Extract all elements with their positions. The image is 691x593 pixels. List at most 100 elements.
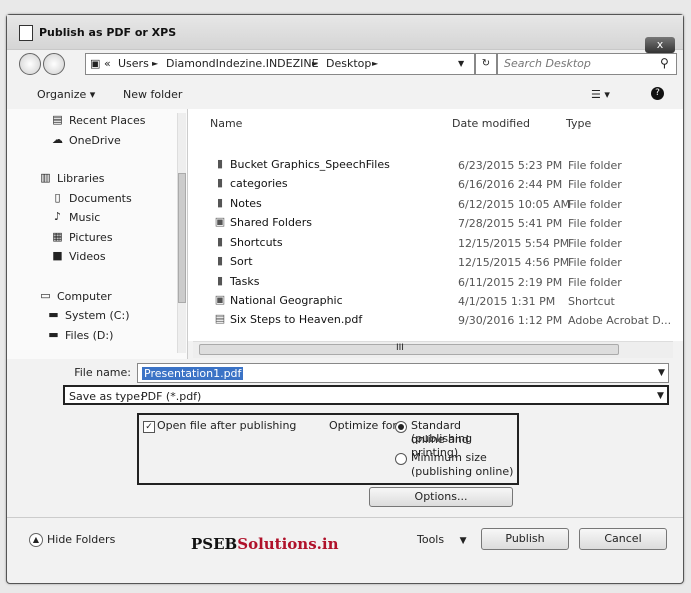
list-item[interactable]: ▤ Six Steps to Heaven.pdf 9/30/2016 1:12… [188,311,683,331]
back-button[interactable] [19,53,41,75]
music-icon: ♪ [53,210,62,223]
address-bar[interactable]: ▣ « Users ► DiamondIndezine.INDEZINE ► D… [85,53,475,75]
file-date: 7/28/2015 5:41 PM [458,217,563,230]
organize-menu[interactable]: Organize ▾ [37,88,95,101]
sidebar-item-label: Videos [69,250,106,263]
folder-icon: ▮ [216,196,224,209]
horizontal-scrollbar[interactable]: III [193,341,673,358]
file-name: Shortcuts [230,236,283,249]
search-input[interactable]: Search Desktop ⚲ [497,53,677,75]
scrollbar-thumb[interactable]: III [199,343,619,355]
list-item[interactable]: ▮ Sort 12/15/2015 4:56 PM File folder [188,253,683,273]
chevron-down-icon: ▼ [459,536,467,546]
file-type: File folder [568,217,622,230]
list-item[interactable]: ▣ Shared Folders 7/28/2015 5:41 PM File … [188,214,683,234]
sidebar-item-label: Music [69,211,101,224]
file-name: National Geographic [230,294,343,307]
publish-options-group: ✓ Open file after publishing Optimize fo… [137,413,519,485]
sidebar-item-label: OneDrive [69,134,121,147]
navigation-pane: ▤ Recent Places ☁ OneDrive ▥ Libraries ▯… [7,109,188,359]
sidebar-scrollbar[interactable] [177,113,186,353]
file-date: 12/15/2015 5:54 PM [458,237,570,250]
chevron-down-icon[interactable]: ▼ [658,368,665,378]
folder-icon: ▮ [216,235,224,248]
file-type: File folder [568,198,622,211]
breadcrumb-users[interactable]: Users [118,57,149,70]
sidebar-item-label: Pictures [69,231,113,244]
file-date: 6/23/2015 5:23 PM [458,159,563,172]
search-icon[interactable]: ⚲ [660,56,669,70]
drive-icon: ▬ [48,328,59,341]
list-item[interactable]: ▮ Shortcuts 12/15/2015 5:54 PM File fold… [188,234,683,254]
file-type: File folder [568,256,622,269]
scrollbar-thumb[interactable] [178,173,186,303]
filename-field[interactable]: Presentation1.pdf ▼ [137,363,669,383]
new-folder-button[interactable]: New folder [123,88,182,101]
chevron-down-icon[interactable]: ▼ [458,59,464,68]
open-after-label: Open file after publishing [157,419,297,432]
view-options-icon[interactable]: ☰ ▾ [591,88,610,101]
column-header-name[interactable]: Name [210,117,242,130]
column-header-type[interactable]: Type [566,117,591,130]
breadcrumb-user-folder[interactable]: DiamondIndezine.INDEZINE [166,57,319,70]
tools-menu[interactable]: Tools ▼ [417,533,467,546]
document-icon [19,25,33,41]
file-name: Tasks [230,275,260,288]
file-type: Adobe Acrobat D... [568,314,672,327]
pictures-icon: ▦ [52,230,63,243]
file-type: Shortcut [568,295,615,308]
file-name: Six Steps to Heaven.pdf [230,313,363,326]
sidebar-item-label: Recent Places [69,114,146,127]
breadcrumb-separator: ► [312,59,319,68]
folder-icon: ▮ [216,274,224,287]
open-after-checkbox[interactable]: ✓ [143,421,155,433]
chevron-up-icon[interactable]: ▲ [29,533,43,547]
watermark-part1: PSEB [191,535,238,553]
breadcrumb-desktop[interactable]: Desktop [326,57,371,70]
window-title: Publish as PDF or XPS [39,26,177,39]
list-item[interactable]: ▮ Notes 6/12/2015 10:05 AM File folder [188,195,683,215]
file-date: 4/1/2015 1:31 PM [458,295,556,308]
cancel-button[interactable]: Cancel [579,528,667,550]
minimum-size-radio[interactable] [395,453,407,465]
scroll-grip: III [396,343,404,353]
list-item[interactable]: ▣ National Geographic 4/1/2015 1:31 PM S… [188,292,683,312]
file-name: categories [230,177,288,190]
minimum-label-line2: (publishing online) [411,465,514,478]
help-icon[interactable]: ? [651,87,664,100]
navigation-bar: ▣ « Users ► DiamondIndezine.INDEZINE ► D… [7,49,683,79]
file-name: Bucket Graphics_SpeechFiles [230,158,390,171]
column-header-date[interactable]: Date modified [452,117,530,130]
standard-radio[interactable] [395,421,407,433]
publish-dialog: Publish as PDF or XPS x ▣ « Users ► Diam… [6,14,684,584]
hide-folders-button[interactable]: Hide Folders [47,533,115,546]
optimize-label: Optimize for: [329,419,401,432]
options-button[interactable]: Options... [369,487,513,507]
savetype-select[interactable]: PDF (*.pdf) [141,390,201,403]
list-item[interactable]: ▮ categories 6/16/2016 2:44 PM File fold… [188,175,683,195]
recent-places-icon: ▤ [52,113,63,126]
breadcrumb-separator: ► [372,59,379,68]
folder-icon: ▮ [216,157,224,170]
libraries-icon: ▥ [40,171,51,184]
pdf-file-icon: ▤ [214,312,226,325]
toolbar: Organize ▾ New folder ☰ ▾ ? [7,81,683,110]
list-item[interactable]: ▮ Tasks 6/11/2015 2:19 PM File folder [188,273,683,293]
refresh-icon[interactable]: ↻ [475,53,497,75]
file-type: File folder [568,178,622,191]
sidebar-item-label: Computer [57,290,112,303]
chevron-down-icon[interactable]: ▼ [657,391,664,401]
shared-folder-icon: ▣ [214,215,226,228]
search-placeholder: Search Desktop [504,57,591,70]
file-list: Name Date modified Type ▮ Bucket Graphic… [188,109,683,341]
forward-button[interactable] [43,53,65,75]
filename-label: File name: [74,366,131,379]
sidebar-item-label: System (C:) [65,309,130,322]
minimum-label-line1: Minimum size [411,451,487,464]
publish-button[interactable]: Publish [481,528,569,550]
list-item[interactable]: ▮ Bucket Graphics_SpeechFiles 6/23/2015 … [188,156,683,176]
folder-icon: ▣ [90,57,101,70]
sidebar-item-label: Libraries [57,172,105,185]
savetype-label: Save as type: [69,390,144,403]
file-type: File folder [568,276,622,289]
